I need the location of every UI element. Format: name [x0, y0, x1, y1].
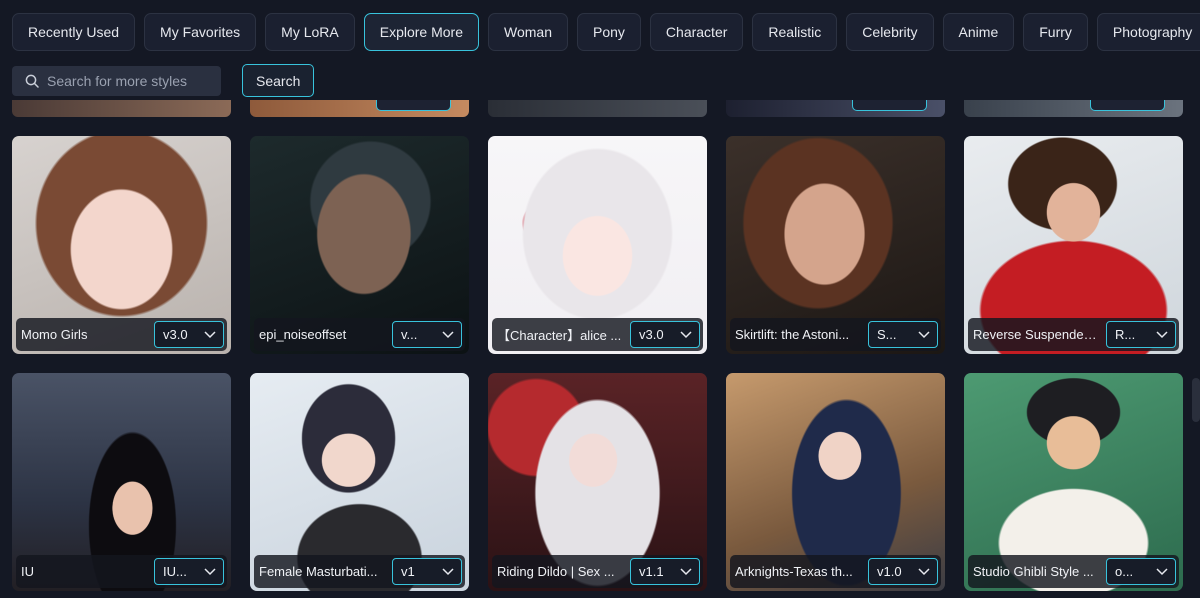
card-footer: Skirtlift: the Astoni... S... [730, 318, 941, 351]
tab-explore-more[interactable]: Explore More [363, 13, 480, 51]
style-card[interactable]: epi_noiseoffset v... [250, 136, 469, 354]
style-card[interactable]: Skirtlift: the Astoni... S... [726, 136, 945, 354]
version-label: o... [1115, 564, 1134, 579]
scrollbar-thumb[interactable] [1192, 378, 1200, 422]
version-label: IU... [163, 564, 187, 579]
search-input[interactable] [47, 72, 207, 89]
version-select[interactable]: v3.0 [154, 321, 224, 348]
card-footer: Reverse Suspended... R... [968, 318, 1179, 351]
version-select[interactable]: R... [1106, 321, 1176, 348]
card-footer: Momo Girls v3.0 [16, 318, 227, 351]
previous-row-cards [12, 100, 1184, 118]
card-footer: 【Character】alice ... v3.0 [492, 318, 703, 351]
tab-pony[interactable]: Pony [577, 13, 641, 51]
chevron-down-icon [918, 330, 930, 338]
card-partial[interactable] [726, 100, 945, 117]
version-select[interactable]: v1.1 [630, 558, 700, 585]
version-select[interactable]: IU... [154, 558, 224, 585]
card-partial[interactable] [12, 100, 231, 117]
card-footer: Studio Ghibli Style ... o... [968, 555, 1179, 588]
search-button[interactable]: Search [242, 64, 315, 97]
style-name: Riding Dildo | Sex ... [497, 564, 615, 579]
version-label: S... [877, 327, 897, 342]
card-partial[interactable] [488, 100, 707, 117]
tab-anime[interactable]: Anime [942, 13, 1015, 51]
category-tabs: Recently Used My Favorites My LoRA Explo… [12, 13, 1200, 51]
style-card[interactable]: Female Masturbati... v1 [250, 373, 469, 591]
version-label: v1.0 [877, 564, 902, 579]
tab-woman[interactable]: Woman [488, 13, 568, 51]
version-select[interactable]: v3.0 [630, 321, 700, 348]
version-select-partial[interactable] [376, 100, 451, 111]
version-select[interactable]: S... [868, 321, 938, 348]
style-card[interactable]: Momo Girls v3.0 [12, 136, 231, 354]
style-card[interactable]: IU IU... [12, 373, 231, 591]
style-card[interactable]: Riding Dildo | Sex ... v1.1 [488, 373, 707, 591]
tab-furry[interactable]: Furry [1023, 13, 1088, 51]
version-select[interactable]: v1.0 [868, 558, 938, 585]
tab-character[interactable]: Character [649, 13, 744, 51]
style-name: epi_noiseoffset [259, 327, 347, 342]
style-name: Studio Ghibli Style ... [973, 564, 1094, 579]
chevron-down-icon [680, 567, 692, 575]
search-box [12, 65, 221, 96]
style-name: 【Character】alice ... [497, 328, 622, 343]
chevron-down-icon [1156, 330, 1168, 338]
version-select-partial[interactable] [852, 100, 927, 111]
card-footer: Arknights-Texas th... v1.0 [730, 555, 941, 588]
search-icon [25, 74, 39, 88]
style-card[interactable]: Reverse Suspended... R... [964, 136, 1183, 354]
style-name: Skirtlift: the Astoni... [735, 327, 850, 342]
chevron-down-icon [918, 567, 930, 575]
style-card[interactable]: 【Character】alice ... v3.0 [488, 136, 707, 354]
chevron-down-icon [1156, 567, 1168, 575]
chevron-down-icon [442, 330, 454, 338]
chevron-down-icon [204, 330, 216, 338]
version-label: v3.0 [639, 327, 664, 342]
style-card[interactable]: Studio Ghibli Style ... o... [964, 373, 1183, 591]
style-card[interactable]: Arknights-Texas th... v1.0 [726, 373, 945, 591]
card-partial[interactable] [250, 100, 469, 117]
version-select[interactable]: v... [392, 321, 462, 348]
version-label: R... [1115, 327, 1136, 342]
card-footer: epi_noiseoffset v... [254, 318, 465, 351]
style-name: Arknights-Texas th... [735, 564, 853, 579]
style-name: Female Masturbati... [259, 564, 378, 579]
tab-my-favorites[interactable]: My Favorites [144, 13, 257, 51]
version-label: v3.0 [163, 327, 188, 342]
style-name: Momo Girls [21, 327, 88, 342]
tab-celebrity[interactable]: Celebrity [846, 13, 934, 51]
tab-recently-used[interactable]: Recently Used [12, 13, 136, 51]
chevron-down-icon [680, 330, 692, 338]
tab-my-lora[interactable]: My LoRA [265, 13, 355, 51]
version-label: v... [401, 327, 418, 342]
style-name: IU [21, 564, 34, 579]
tab-realistic[interactable]: Realistic [752, 13, 838, 51]
card-footer: Female Masturbati... v1 [254, 555, 465, 588]
version-label: v1.1 [639, 564, 664, 579]
card-partial[interactable] [964, 100, 1183, 117]
version-select[interactable]: v1 [392, 558, 462, 585]
search-row: Search [12, 64, 315, 97]
version-select-partial[interactable] [1090, 100, 1165, 111]
version-label: v1 [401, 564, 415, 579]
version-select[interactable]: o... [1106, 558, 1176, 585]
tab-photography[interactable]: Photography [1096, 13, 1200, 51]
card-footer: Riding Dildo | Sex ... v1.1 [492, 555, 703, 588]
style-name: Reverse Suspended... [973, 327, 1102, 342]
chevron-down-icon [204, 567, 216, 575]
chevron-down-icon [442, 567, 454, 575]
card-footer: IU IU... [16, 555, 227, 588]
